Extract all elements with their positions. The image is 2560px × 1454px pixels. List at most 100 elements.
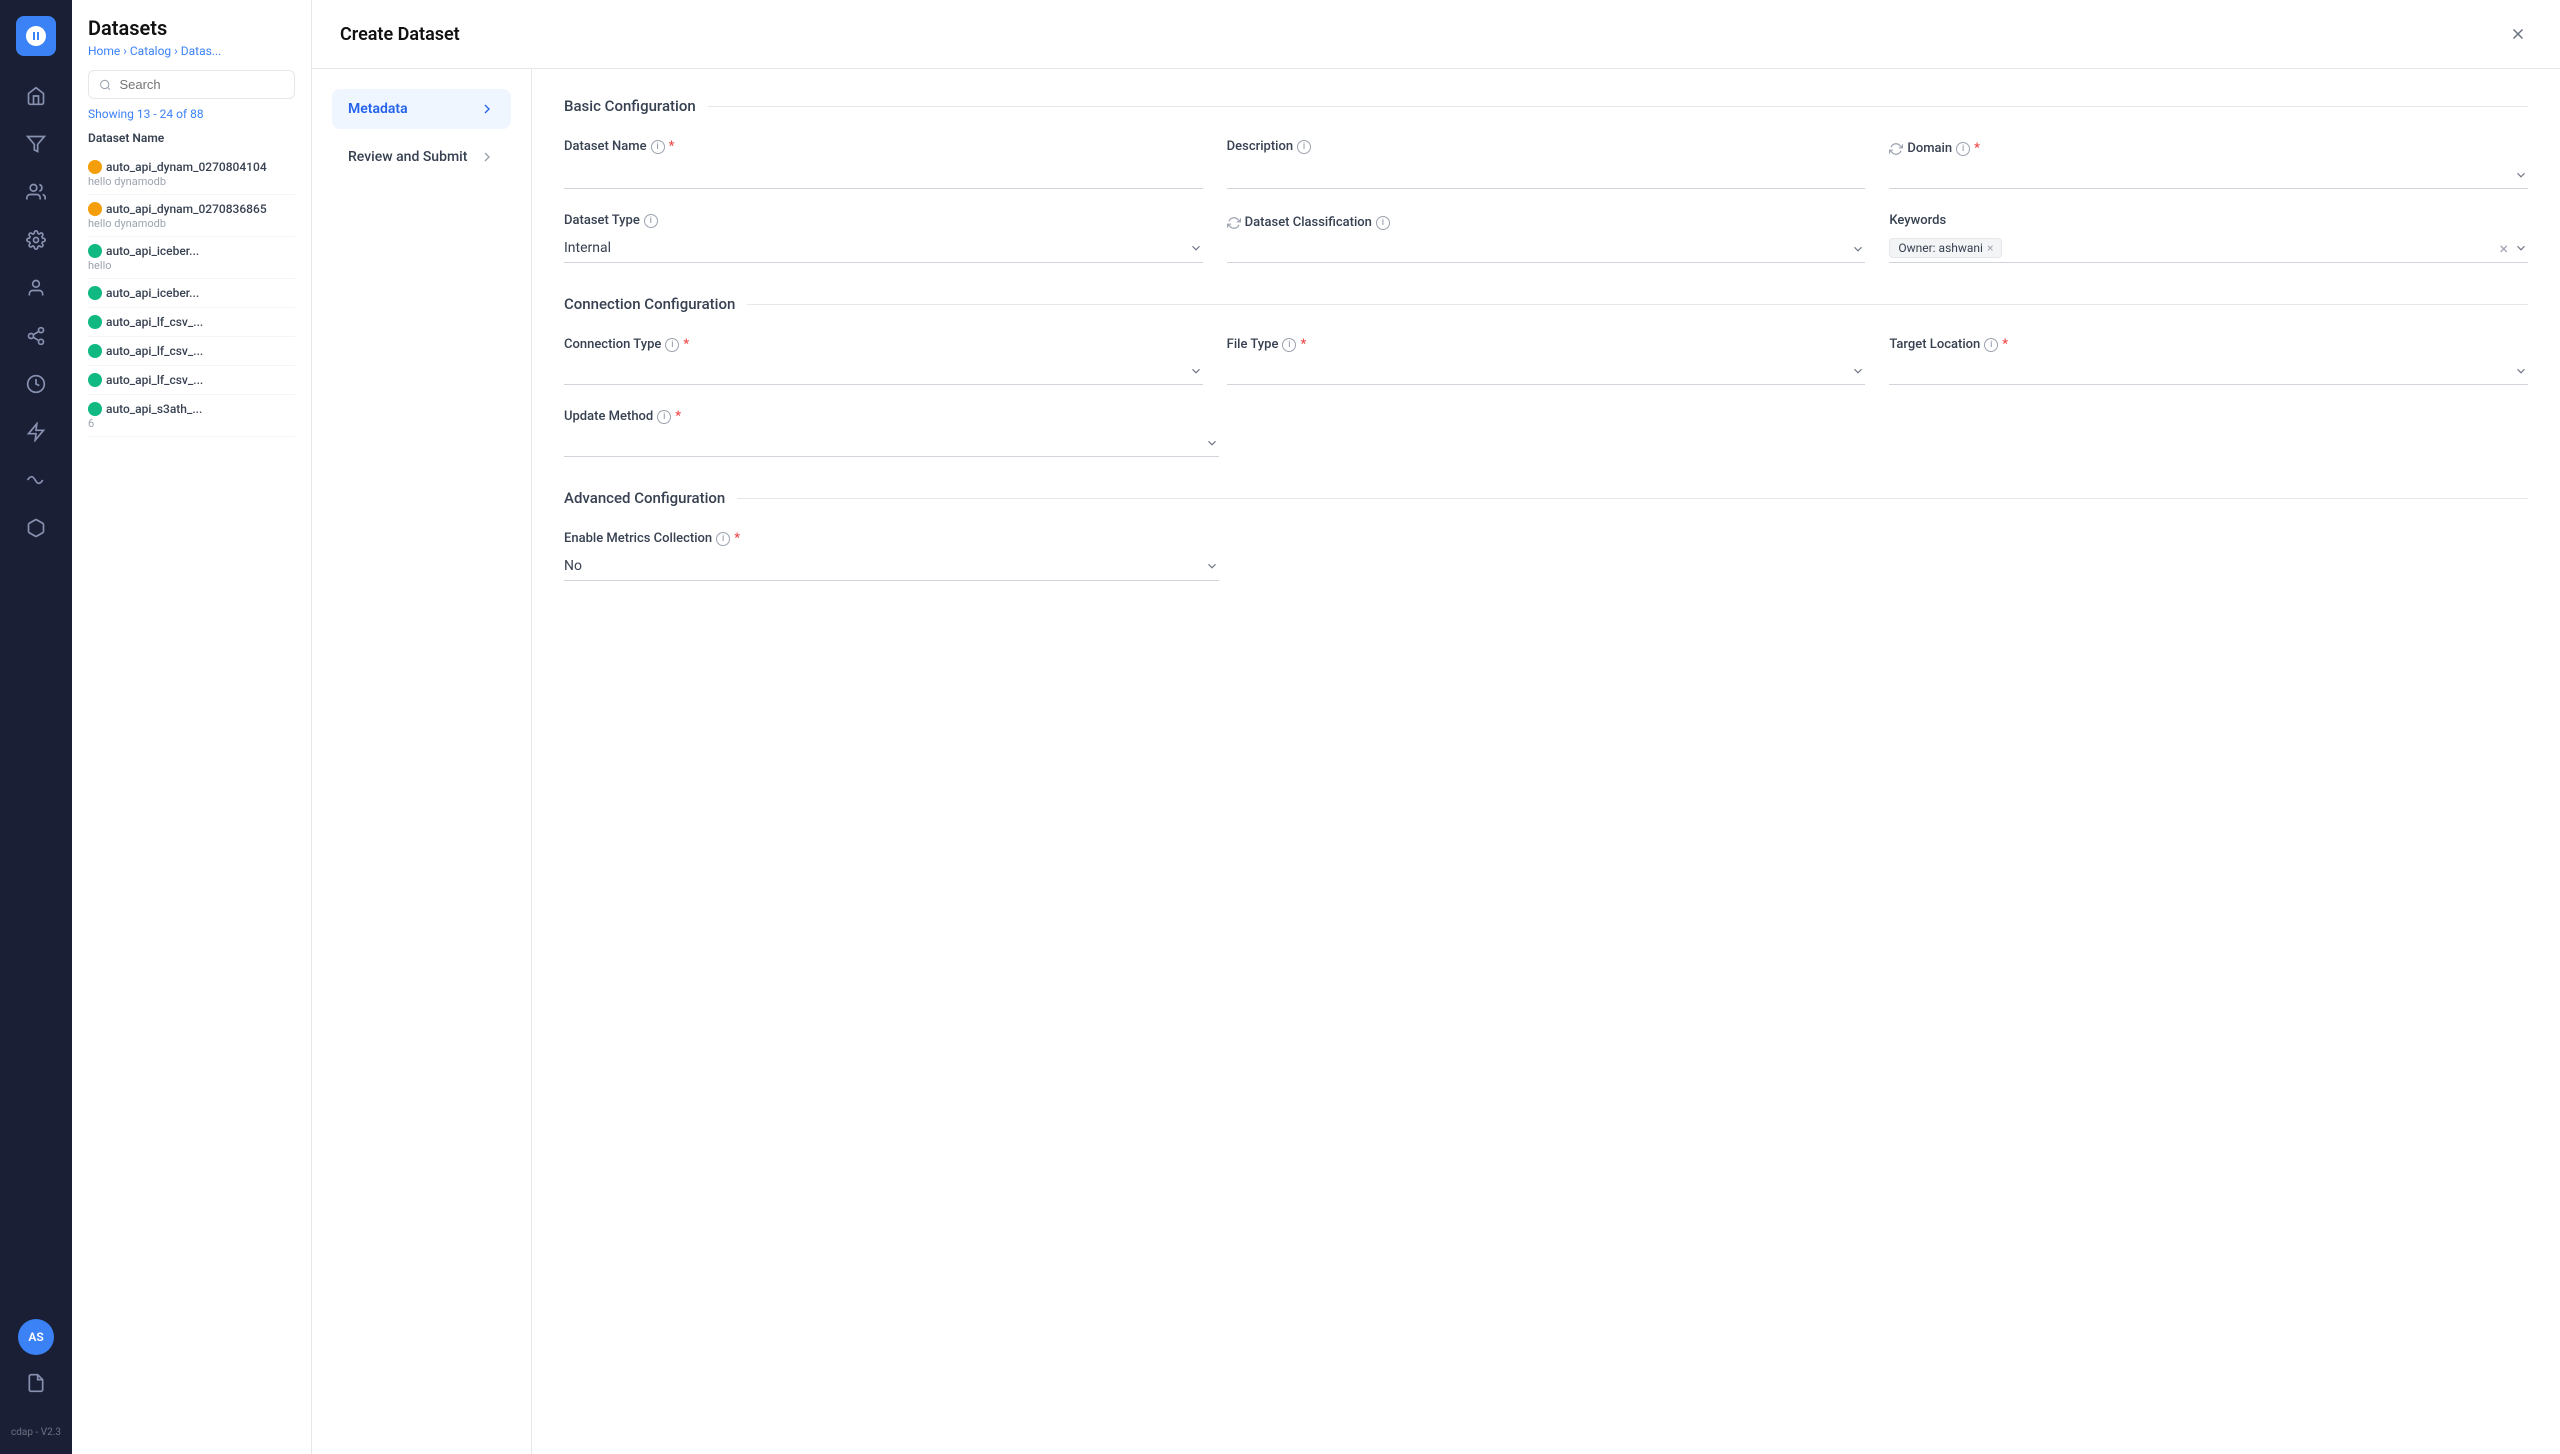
domain-info-icon[interactable]: i	[1956, 142, 1970, 156]
basic-config-section-header: Basic Configuration	[564, 97, 2528, 115]
wizard-step-metadata-label: Metadata	[348, 101, 408, 117]
list-item[interactable]: auto_api_s3ath_... 6	[88, 395, 295, 437]
status-success-icon	[88, 244, 102, 258]
sidebar-item-filter[interactable]	[16, 124, 56, 164]
dialog-header: Create Dataset	[312, 0, 2560, 69]
connection-type-label: Connection Type i *	[564, 337, 1203, 352]
sidebar-item-waves[interactable]	[16, 460, 56, 500]
advanced-config-title: Advanced Configuration	[564, 489, 725, 507]
list-item[interactable]: auto_api_iceber...	[88, 279, 295, 308]
app-logo[interactable]	[16, 16, 56, 56]
target-location-select[interactable]	[1889, 358, 2528, 385]
dataset-name-label: Dataset Name i *	[564, 139, 1203, 154]
section-divider	[737, 498, 2528, 499]
sidebar-item-settings[interactable]	[16, 220, 56, 260]
dataset-type-select[interactable]: Internal	[564, 234, 1203, 263]
sidebar-item-lightning[interactable]	[16, 412, 56, 452]
required-indicator: *	[669, 139, 675, 154]
logo-icon	[24, 24, 48, 48]
sidebar-item-docs[interactable]	[16, 1363, 56, 1403]
update-method-select[interactable]	[564, 430, 1219, 457]
sidebar-item-dataflow[interactable]	[16, 316, 56, 356]
wizard-sidebar: Metadata Review and Submit	[312, 69, 532, 1454]
chevron-right-icon	[479, 101, 495, 117]
main-area: Datasets Home › Catalog › Datas... Showi…	[72, 0, 2560, 1454]
form-row-connection: Connection Type i *	[564, 337, 2528, 385]
dataset-name-info-icon[interactable]: i	[651, 140, 665, 154]
search-input[interactable]	[119, 77, 284, 92]
dataset-name-input[interactable]	[564, 160, 1203, 189]
required-indicator: *	[2002, 337, 2008, 352]
form-group-keywords: Keywords Owner: ashwani × ×	[1889, 213, 2528, 263]
keyword-remove-button[interactable]: ×	[1987, 241, 1993, 255]
form-group-dataset-type: Dataset Type i Internal	[564, 213, 1203, 263]
required-indicator: *	[675, 409, 681, 424]
wizard-step-review[interactable]: Review and Submit	[332, 137, 511, 177]
list-item[interactable]: auto_api_lf_csv_...	[88, 366, 295, 395]
breadcrumb: Home › Catalog › Datas...	[88, 44, 295, 58]
sidebar-item-home[interactable]	[16, 76, 56, 116]
keyword-tag: Owner: ashwani ×	[1889, 238, 2002, 258]
basic-config-title: Basic Configuration	[564, 97, 696, 115]
description-info-icon[interactable]: i	[1297, 140, 1311, 154]
dataset-type-info-icon[interactable]: i	[644, 214, 658, 228]
sidebar-item-clock[interactable]	[16, 364, 56, 404]
status-success-icon	[88, 402, 102, 416]
domain-label: Domain i *	[1889, 141, 2528, 156]
sidebar-bottom: AS cdap - V2.3	[11, 1319, 61, 1438]
datasets-panel: Datasets Home › Catalog › Datas... Showi…	[72, 0, 312, 1454]
wizard-step-metadata[interactable]: Metadata	[332, 89, 511, 129]
sync-icon	[1889, 142, 1903, 156]
dataset-list-header: Dataset Name	[88, 131, 295, 145]
dataset-type-label: Dataset Type i	[564, 213, 1203, 228]
list-item[interactable]: auto_api_dynam_0270836865 hello dynamodb	[88, 195, 295, 237]
app-layout: AS cdap - V2.3 Datasets Home › Catalog ›…	[0, 0, 2560, 1454]
dataset-list: auto_api_dynam_0270804104 hello dynamodb…	[88, 153, 295, 437]
target-location-label: Target Location i *	[1889, 337, 2528, 352]
form-group-file-type: File Type i *	[1227, 337, 1866, 385]
chevron-right-icon	[479, 149, 495, 165]
file-type-info-icon[interactable]: i	[1282, 338, 1296, 352]
metrics-info-icon[interactable]: i	[716, 532, 730, 546]
section-divider	[747, 304, 2528, 305]
update-method-label: Update Method i *	[564, 409, 1219, 424]
keywords-clear-button[interactable]: ×	[2499, 239, 2508, 258]
status-success-icon	[88, 315, 102, 329]
list-item[interactable]: auto_api_lf_csv_...	[88, 308, 295, 337]
avatar[interactable]: AS	[18, 1319, 54, 1355]
connection-type-info-icon[interactable]: i	[665, 338, 679, 352]
list-item[interactable]: auto_api_dynam_0270804104 hello dynamodb	[88, 153, 295, 195]
form-row-type-class-keywords: Dataset Type i Internal	[564, 213, 2528, 263]
update-method-info-icon[interactable]: i	[657, 410, 671, 424]
chevron-down-icon	[1205, 559, 1219, 573]
sidebar-item-box[interactable]	[16, 508, 56, 548]
description-label: Description i	[1227, 139, 1866, 154]
form-row-metrics: Enable Metrics Collection i * No	[564, 531, 2528, 581]
target-location-info-icon[interactable]: i	[1984, 338, 1998, 352]
classification-info-icon[interactable]: i	[1376, 216, 1390, 230]
file-type-select[interactable]	[1227, 358, 1866, 385]
wizard-step-review-label: Review and Submit	[348, 149, 467, 165]
description-input[interactable]	[1227, 160, 1866, 189]
classification-select[interactable]	[1227, 236, 1866, 263]
chevron-down-icon[interactable]	[2514, 241, 2528, 255]
sidebar-item-person[interactable]	[16, 268, 56, 308]
list-item[interactable]: auto_api_lf_csv_...	[88, 337, 295, 366]
search-icon	[99, 78, 111, 92]
metrics-label: Enable Metrics Collection i *	[564, 531, 1219, 546]
keywords-label: Keywords	[1889, 213, 2528, 228]
list-item[interactable]: auto_api_iceber... hello	[88, 237, 295, 279]
form-group-metrics: Enable Metrics Collection i * No	[564, 531, 1219, 581]
close-button[interactable]	[2504, 20, 2532, 48]
required-indicator: *	[1300, 337, 1306, 352]
form-row-update-method: Update Method i *	[564, 409, 2528, 457]
search-box	[88, 70, 295, 99]
domain-select[interactable]	[1889, 162, 2528, 189]
sidebar-item-users[interactable]	[16, 172, 56, 212]
metrics-select[interactable]: No	[564, 552, 1219, 581]
status-success-icon	[88, 344, 102, 358]
sidebar: AS cdap - V2.3	[0, 0, 72, 1454]
chevron-down-icon	[2514, 364, 2528, 378]
form-group-update-method: Update Method i *	[564, 409, 1219, 457]
connection-type-select[interactable]	[564, 358, 1203, 385]
